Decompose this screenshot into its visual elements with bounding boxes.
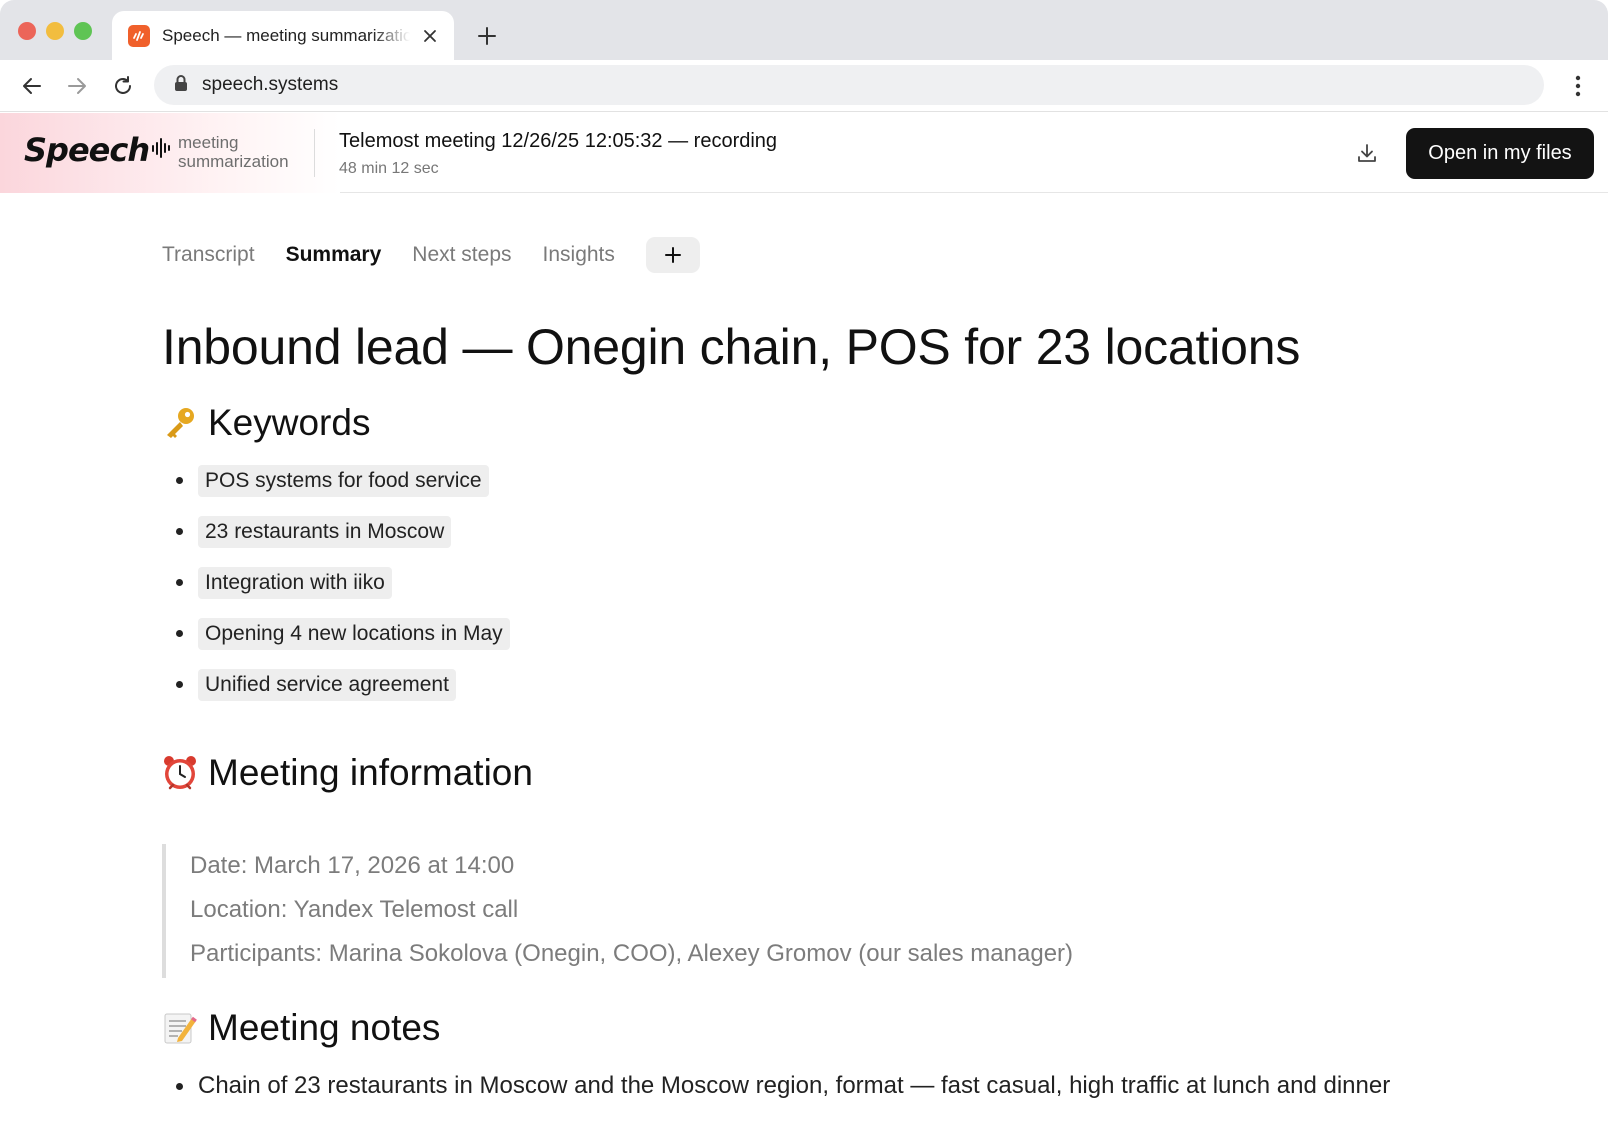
meeting-participants: Participants: Marina Sokolova (Onegin, C… (190, 940, 1074, 967)
keyword-item: Integration with iiko (176, 565, 510, 600)
plus-icon (664, 247, 681, 263)
note-item: Chain of 23 restaurants in Moscow and th… (176, 1068, 1390, 1104)
download-icon[interactable] (1352, 138, 1382, 168)
memo-icon (162, 1008, 198, 1048)
bullet (176, 1082, 183, 1090)
meeting-notes-heading-text: Meeting notes (208, 1007, 441, 1048)
key-icon (162, 403, 198, 443)
forward-arrow-icon[interactable] (63, 72, 91, 100)
window-controls (18, 22, 92, 40)
document-title: Inbound lead — Onegin chain, POS for 23 … (162, 319, 1301, 375)
keywords-list: POS systems for food service 23 restaura… (176, 463, 510, 718)
speech-logo[interactable]: Speech (24, 131, 171, 169)
url-text: speech.systems (202, 74, 339, 95)
tab-strip: Speech — meeting summarization (0, 0, 1608, 60)
app-header: Speech meeting summarization Telemost me… (0, 113, 1608, 193)
bullet (176, 477, 183, 484)
minimize-window-button[interactable] (46, 22, 64, 40)
close-window-button[interactable] (18, 22, 36, 40)
brand-subtitle-line2: summarization (178, 152, 289, 171)
document-tabs: Transcript Summary Next steps Insights (162, 236, 700, 274)
bullet (176, 579, 183, 586)
browser-tab-active[interactable]: Speech — meeting summarization (112, 11, 454, 60)
keyword-chip: Unified service agreement (198, 668, 456, 701)
more-menu-icon[interactable] (1566, 72, 1590, 100)
new-tab-button[interactable] (474, 23, 500, 49)
keyword-item: Unified service agreement (176, 667, 510, 702)
maximize-window-button[interactable] (74, 22, 92, 40)
keyword-chip: Integration with iiko (198, 566, 392, 599)
tab-insights[interactable]: Insights (543, 243, 615, 267)
recording-duration: 48 min 12 sec (339, 160, 439, 177)
close-tab-icon[interactable] (420, 26, 440, 46)
logo-wordmark: Speech (24, 131, 150, 169)
tab-summary[interactable]: Summary (286, 243, 382, 267)
keyword-chip: POS systems for food service (198, 464, 489, 497)
recording-title: Telemost meeting 12/26/25 12:05:32 — rec… (339, 130, 778, 152)
keywords-heading-text: Keywords (208, 402, 371, 443)
open-in-my-files-button[interactable]: Open in my files (1406, 128, 1594, 179)
meeting-date: Date: March 17, 2026 at 14:00 (190, 852, 515, 879)
lock-icon (174, 74, 188, 96)
meeting-info-heading-text: Meeting information (208, 752, 533, 793)
brand-subtitle-line1: meeting (178, 133, 239, 152)
brand-subtitle: meeting summarization (178, 133, 308, 171)
tab-next-steps[interactable]: Next steps (412, 243, 511, 267)
add-tab-button[interactable] (645, 237, 700, 273)
keyword-chip: 23 restaurants in Moscow (198, 515, 452, 548)
keyword-item: Opening 4 new locations in May (176, 616, 510, 651)
keyword-chip: Opening 4 new locations in May (198, 617, 510, 650)
meeting-notes-heading: Meeting notes (162, 1007, 440, 1049)
meeting-location: Location: Yandex Telemost call (190, 896, 519, 923)
reload-icon[interactable] (109, 72, 137, 100)
browser-toolbar: speech.systems (0, 60, 1608, 112)
browser-window: Speech — meeting summarization speech.sy… (0, 0, 1608, 1146)
document-content: Transcript Summary Next steps Insights I… (0, 194, 1608, 1146)
bullet (176, 630, 183, 637)
bullet (176, 681, 183, 688)
keywords-heading: Keywords (162, 402, 370, 444)
tab-transcript[interactable]: Transcript (162, 243, 255, 267)
meeting-notes-list: Chain of 23 restaurants in Moscow and th… (176, 1068, 1390, 1104)
tab-title: Speech — meeting summarization (162, 25, 410, 45)
keyword-item: POS systems for food service (176, 463, 510, 498)
speech-favicon-icon (128, 24, 150, 47)
soundwave-icon (151, 137, 171, 164)
meeting-info-quote: Date: March 17, 2026 at 14:00 Location: … (162, 844, 1162, 978)
back-arrow-icon[interactable] (18, 72, 46, 100)
keyword-item: 23 restaurants in Moscow (176, 514, 510, 549)
header-divider (314, 129, 315, 177)
meeting-info-heading: Meeting information (162, 752, 533, 794)
bullet (176, 528, 183, 535)
address-bar[interactable]: speech.systems (154, 65, 1544, 105)
note-text: Chain of 23 restaurants in Moscow and th… (198, 1072, 1391, 1099)
alarm-clock-icon (162, 753, 198, 793)
